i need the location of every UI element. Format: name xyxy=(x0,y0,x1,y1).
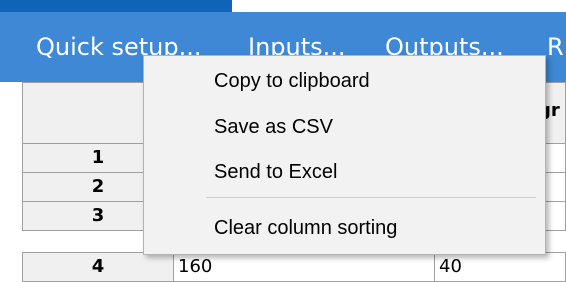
menu-item-send-to-excel[interactable]: Send to Excel xyxy=(144,154,545,190)
table-cell[interactable]: 160 xyxy=(173,252,435,282)
menu-item-copy-to-clipboard[interactable]: Copy to clipboard xyxy=(144,63,545,99)
menu-item-clear-column-sorting[interactable]: Clear column sorting xyxy=(144,210,545,246)
title-accent-strip xyxy=(0,0,232,12)
menu-separator xyxy=(206,197,536,198)
row-header-4[interactable]: 4 xyxy=(22,252,174,282)
menu-item-save-as-csv[interactable]: Save as CSV xyxy=(144,109,545,145)
context-menu: Copy to clipboard Save as CSV Send to Ex… xyxy=(143,55,546,255)
table-cell[interactable]: 40 xyxy=(434,252,566,282)
toolbar-next-button[interactable]: R xyxy=(547,32,564,62)
